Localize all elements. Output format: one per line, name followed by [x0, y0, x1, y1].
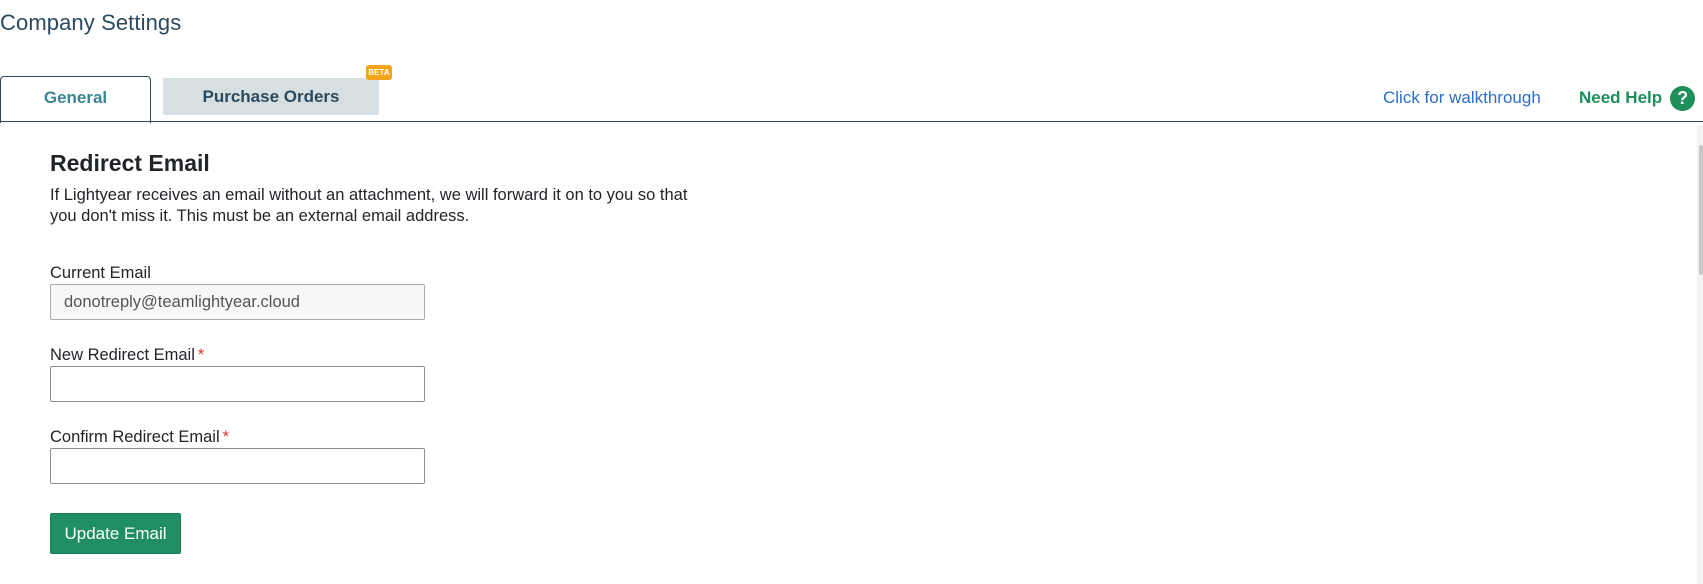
section-description: If Lightyear receives an email without a…: [50, 186, 688, 225]
current-email-field: [50, 284, 425, 320]
company-settings-page: Company Settings General Purchase Orders…: [0, 0, 1703, 584]
tabs-divider: [0, 121, 1703, 122]
section-title: Redirect Email: [50, 150, 210, 176]
confirm-redirect-email-label-text: Confirm Redirect Email: [50, 428, 220, 446]
tab-general[interactable]: General: [0, 76, 151, 123]
walkthrough-link[interactable]: Click for walkthrough: [1383, 88, 1541, 108]
confirm-redirect-email-label: Confirm Redirect Email *: [50, 428, 229, 447]
beta-badge: BETA: [366, 65, 392, 80]
need-help-button[interactable]: Need Help ?: [1579, 85, 1696, 111]
page-title: Company Settings: [0, 10, 182, 35]
current-email-label: Current Email: [50, 264, 151, 282]
update-email-button[interactable]: Update Email: [50, 513, 181, 554]
new-redirect-email-field[interactable]: [50, 366, 425, 402]
required-marker: *: [222, 428, 230, 446]
question-circle-icon: ?: [1670, 85, 1696, 111]
scrollbar-thumb[interactable]: [1699, 145, 1703, 275]
new-redirect-email-label-text: New Redirect Email: [50, 346, 195, 364]
new-redirect-email-label: New Redirect Email *: [50, 346, 204, 365]
tabs-bar: General Purchase Orders BETA Click for w…: [0, 65, 1703, 123]
need-help-label: Need Help: [1579, 88, 1663, 107]
tab-purchase-orders[interactable]: Purchase Orders: [163, 78, 379, 115]
required-marker: *: [197, 346, 205, 364]
confirm-redirect-email-field[interactable]: [50, 448, 425, 484]
